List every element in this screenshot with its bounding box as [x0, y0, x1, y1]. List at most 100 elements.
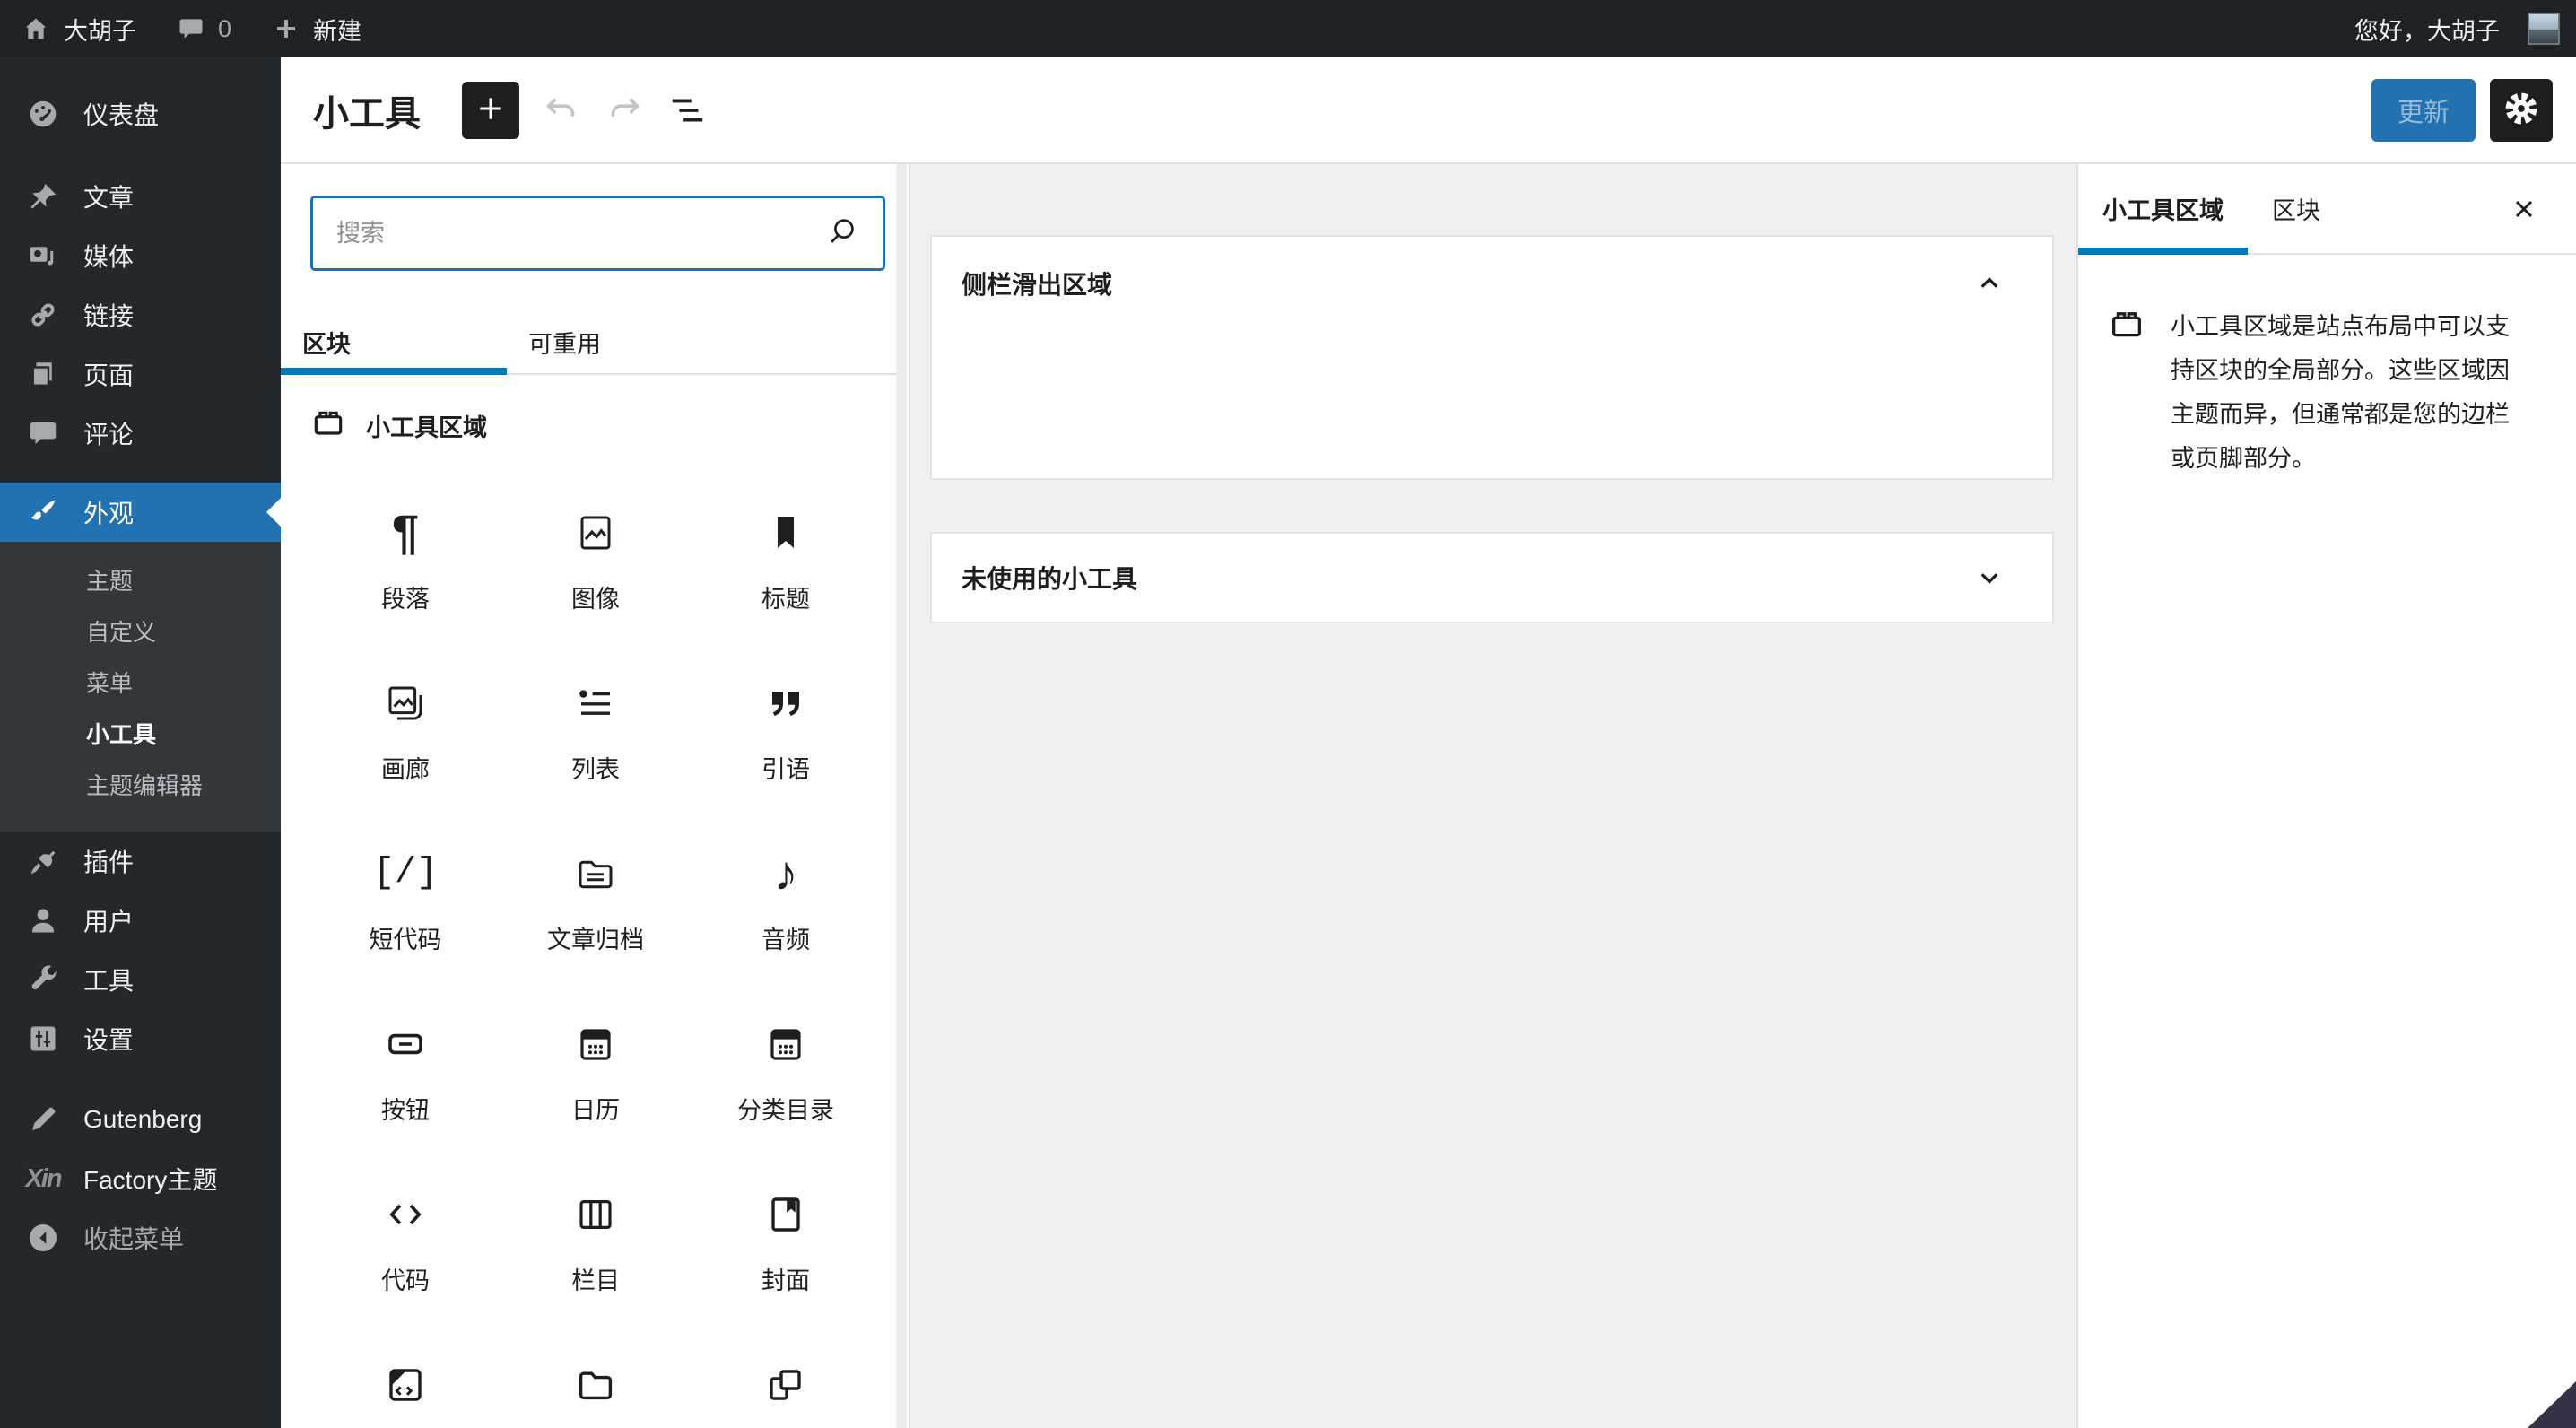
- admin-bar-comments[interactable]: 0: [178, 15, 231, 43]
- block-item-shortcode[interactable]: [/] 短代码: [310, 850, 500, 967]
- list-icon: [574, 680, 617, 727]
- block-item-calendar[interactable]: 日历: [500, 1021, 691, 1137]
- pushpin-icon: [24, 180, 62, 213]
- admin-bar-new[interactable]: 新建: [273, 12, 361, 47]
- widgets-canvas: 侧栏滑出区域 未使用的小工具: [910, 164, 2076, 1428]
- columns-icon: [574, 1191, 617, 1238]
- panel-title: 未使用的小工具: [962, 565, 1138, 593]
- tab-block[interactable]: 区块: [2248, 164, 2345, 253]
- inactive-widgets-panel: 未使用的小工具: [930, 532, 2054, 623]
- block-item-embed-partial[interactable]: [691, 1362, 881, 1428]
- chevron-down-icon[interactable]: [1973, 562, 2006, 594]
- block-item-heading[interactable]: 标题: [691, 509, 881, 626]
- block-item-gallery[interactable]: 画廊: [310, 680, 500, 797]
- sidebar-item-comments[interactable]: 评论: [0, 404, 281, 463]
- appearance-submenu: 主题 自定义 菜单 小工具 主题编辑器: [0, 542, 281, 832]
- block-item-cover[interactable]: 封面: [691, 1191, 881, 1308]
- sidebar-item-label: 文章: [83, 184, 135, 212]
- sidebar-item-xin-factory-theme[interactable]: Xin Factory主题: [0, 1149, 281, 1208]
- submenu-item-customize[interactable]: 自定义: [0, 605, 281, 657]
- block-grid: ¶ 段落 图像 标题 画廊 列表 引语 [/] 短代码 文章归档 ♪ 音频 按钮…: [310, 509, 881, 1428]
- avatar: [2528, 13, 2560, 45]
- calendar-icon: [574, 1021, 617, 1067]
- sidebar-item-gutenberg[interactable]: Gutenberg: [0, 1090, 281, 1149]
- wordpress-widgets-screen: 大胡子 0 新建 您好，大胡子 仪表盘 文章 媒体 链接 页面 评论 外观 主题…: [0, 0, 2576, 1428]
- sidebar-item-media[interactable]: 媒体: [0, 226, 281, 285]
- chevron-up-icon[interactable]: [1973, 267, 2006, 300]
- list-view-button[interactable]: [666, 90, 708, 131]
- redo-button[interactable]: [604, 90, 645, 131]
- sidebar-item-pages[interactable]: 页面: [0, 344, 281, 404]
- quote-icon: [764, 680, 807, 727]
- submenu-item-theme-editor[interactable]: 主题编辑器: [0, 759, 281, 810]
- panel-header[interactable]: 未使用的小工具: [932, 534, 2052, 622]
- sidebar-item-label: 外观: [83, 500, 135, 527]
- block-item-file-partial[interactable]: [500, 1362, 691, 1428]
- new-label: 新建: [313, 17, 362, 45]
- site-name: 大胡子: [64, 17, 136, 45]
- undo-button[interactable]: [541, 90, 582, 131]
- plus-icon: [473, 91, 509, 129]
- cover-icon: [764, 1191, 807, 1238]
- sidebar-item-users[interactable]: 用户: [0, 891, 281, 950]
- widget-area-icon: [310, 405, 346, 447]
- block-item-quote[interactable]: 引语: [691, 680, 881, 797]
- sidebar-item-settings[interactable]: 设置: [0, 1009, 281, 1068]
- archives-folder-icon: [574, 850, 617, 897]
- block-item-archives[interactable]: 文章归档: [500, 850, 691, 967]
- categories-icon: [764, 1021, 807, 1067]
- sidebar-item-label: 设置: [83, 1026, 135, 1054]
- close-icon[interactable]: [2510, 195, 2538, 223]
- block-item-audio[interactable]: ♪ 音频: [691, 847, 881, 967]
- add-block-button[interactable]: [462, 81, 519, 139]
- panel-header[interactable]: 侧栏滑出区域: [932, 237, 2052, 330]
- update-button[interactable]: 更新: [2371, 78, 2476, 142]
- sidebar-item-plugins[interactable]: 插件: [0, 832, 281, 891]
- search-box: [310, 196, 885, 271]
- block-item-paragraph[interactable]: ¶ 段落: [310, 509, 500, 626]
- plugin-icon: [24, 845, 62, 877]
- submenu-item-widgets[interactable]: 小工具: [0, 708, 281, 759]
- gear-icon: [2502, 89, 2541, 131]
- block-item-categories[interactable]: 分类目录: [691, 1021, 881, 1137]
- submenu-item-menus[interactable]: 菜单: [0, 657, 281, 708]
- settings-sidebar: 小工具区域 区块 小工具区域是站点布局中可以支持区块的全局部分。这些区域因主题而…: [2076, 164, 2576, 1428]
- block-item-columns[interactable]: 栏目: [500, 1191, 691, 1308]
- sidebar-item-label: 用户: [83, 908, 135, 936]
- sidebar-item-collapse-menu[interactable]: 收起菜单: [0, 1208, 281, 1267]
- html-file-icon: [384, 1362, 427, 1408]
- pencil-icon: [24, 1103, 62, 1136]
- comment-count: 0: [218, 14, 232, 42]
- block-item-list[interactable]: 列表: [500, 680, 691, 797]
- block-item-image[interactable]: 图像: [500, 509, 691, 626]
- sidebar-item-dashboard[interactable]: 仪表盘: [0, 84, 281, 144]
- admin-bar-site-link[interactable]: 大胡子: [22, 12, 136, 47]
- user-icon: [24, 904, 62, 936]
- sidebar-item-appearance[interactable]: 外观: [0, 483, 281, 542]
- sidebar-item-label: 页面: [83, 361, 135, 389]
- scrollbar-track[interactable]: [896, 164, 907, 1428]
- home-icon: [22, 14, 50, 43]
- media-icon: [24, 239, 62, 272]
- music-note-icon: ♪: [773, 847, 798, 901]
- sidebar-item-links[interactable]: 链接: [0, 285, 281, 344]
- comment-icon: [24, 418, 62, 448]
- tab-reusable[interactable]: 可重用: [507, 310, 733, 373]
- block-item-button[interactable]: 按钮: [310, 1021, 500, 1137]
- block-item-code[interactable]: 代码: [310, 1191, 500, 1308]
- submenu-item-themes[interactable]: 主题: [0, 554, 281, 605]
- dashboard-icon: [24, 97, 62, 131]
- button-block-icon: [384, 1021, 427, 1067]
- sidebar-item-tools[interactable]: 工具: [0, 950, 281, 1009]
- sidebar-item-posts[interactable]: 文章: [0, 167, 281, 226]
- tab-widget-area[interactable]: 小工具区域: [2078, 164, 2248, 255]
- paintbrush-icon: [24, 496, 62, 528]
- admin-bar-account[interactable]: 您好，大胡子: [2354, 12, 2560, 47]
- wrench-icon: [24, 963, 62, 996]
- tab-blocks[interactable]: 区块: [281, 310, 507, 375]
- settings-button[interactable]: [2490, 78, 2553, 142]
- block-item-custom-html-partial[interactable]: [310, 1362, 500, 1428]
- sidebar-item-label: Gutenberg: [83, 1105, 203, 1133]
- search-input[interactable]: [336, 219, 825, 248]
- settings-tabs: 小工具区域 区块: [2078, 164, 2576, 255]
